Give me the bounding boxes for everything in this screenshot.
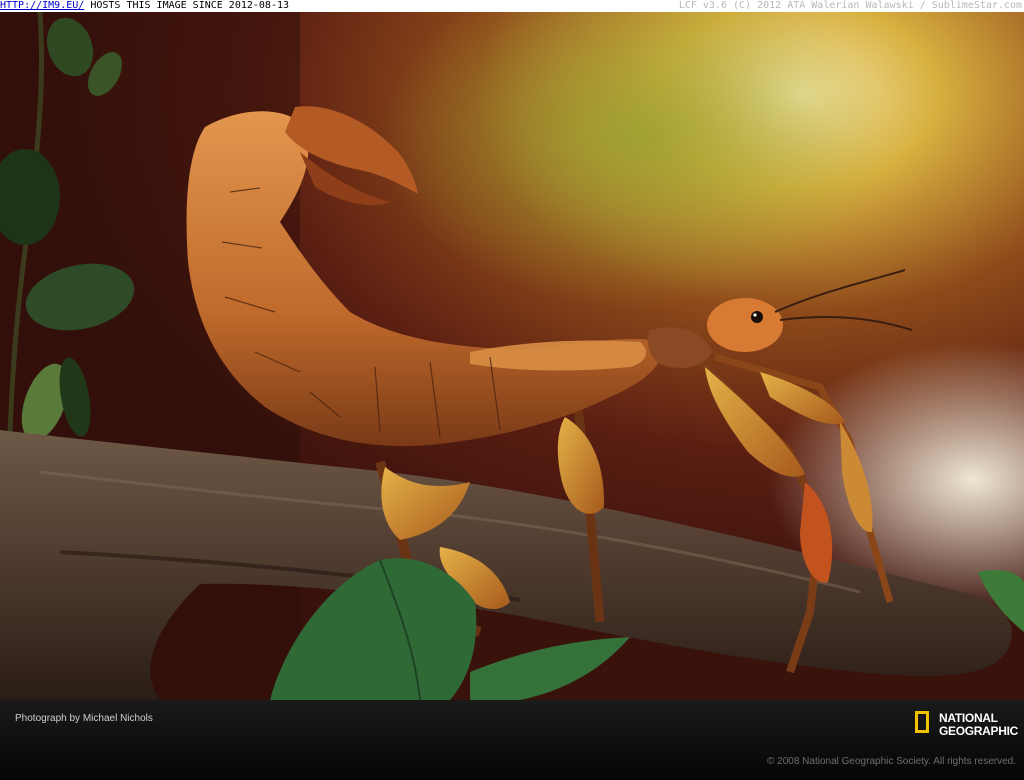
photo-credit: Photograph by Michael Nichols	[15, 713, 153, 724]
host-notice: HTTP://IM9.EU/ HOSTS THIS IMAGE SINCE 20…	[0, 0, 289, 12]
logo-text: NATIONAL GEOGRAPHIC	[939, 712, 1018, 738]
host-banner: HTTP://IM9.EU/ HOSTS THIS IMAGE SINCE 20…	[0, 0, 1024, 12]
insect-photo	[0, 12, 1024, 700]
logo-line-1: NATIONAL	[939, 711, 998, 725]
caption-bar: Photograph by Michael Nichols NATIONAL G…	[0, 700, 1024, 780]
logo-line-2: GEOGRAPHIC	[939, 724, 1019, 738]
host-notice-text: HOSTS THIS IMAGE SINCE 2012-08-13	[90, 0, 290, 11]
yellow-frame-icon	[915, 711, 929, 733]
insect-head	[707, 298, 783, 352]
host-link[interactable]: HTTP://IM9.EU/	[0, 0, 84, 11]
host-copyright: LCF v3.6 (C) 2012 ATA Walerian Walawski …	[678, 0, 1022, 11]
photo	[0, 12, 1024, 700]
copyright-notice: © 2008 National Geographic Society. All …	[767, 756, 1016, 767]
